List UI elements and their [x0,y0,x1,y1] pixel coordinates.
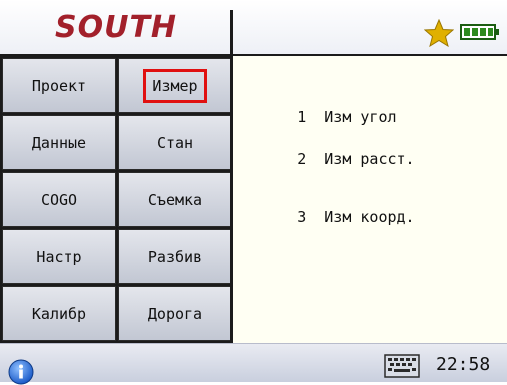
submenu-label: Изм коорд. [324,208,415,226]
menu-label-selected: Измер [143,68,207,103]
status-bar: 22:58 [0,343,507,385]
menu-data-button[interactable]: Данные [2,115,116,170]
menu-label: Калибр [31,304,87,323]
submenu-item-coordinates[interactable]: 3 Изм коорд. [243,190,415,244]
menu-label: Разбив [147,247,203,266]
info-icon[interactable] [8,359,34,385]
menu-label: Дорога [147,304,203,323]
menu-calibration-button[interactable]: Калибр [2,286,116,341]
battery-icon [460,24,499,40]
menu-label: Данные [31,133,87,152]
submenu-number: 3 [297,208,307,226]
menu-label: Стан [156,133,194,152]
header-divider [230,10,233,54]
submenu-item-distance[interactable]: 2 Изм расст. [243,132,415,186]
menu-cogo-button[interactable]: COGO [2,172,116,227]
device-screen: SOUTH Проект Измер Данные Стан COGO Съем… [0,0,507,385]
submenu-label: Изм угол [324,108,397,126]
star-icon[interactable] [424,19,454,47]
submenu-number: 1 [297,108,307,126]
submenu-label: Изм расст. [324,150,415,168]
clock: 22:58 [436,354,491,375]
keyboard-icon[interactable] [384,354,420,378]
menu-stakeout-button[interactable]: Разбив [118,229,232,284]
header-bar: SOUTH [0,0,507,56]
menu-road-button[interactable]: Дорога [118,286,232,341]
main-menu-grid: Проект Измер Данные Стан COGO Съемка Нас… [0,56,232,343]
menu-label: Съемка [147,190,203,209]
submenu-panel: 1 Изм угол 2 Изм расст. 3 Изм коорд. [233,56,507,343]
menu-survey-button[interactable]: Съемка [118,172,232,227]
menu-measure-button[interactable]: Измер [118,58,232,113]
menu-label: COGO [40,190,78,209]
submenu-number: 2 [297,150,307,168]
menu-settings-button[interactable]: Настр [2,229,116,284]
menu-label: Проект [31,76,87,95]
menu-label: Настр [36,247,82,266]
menu-project-button[interactable]: Проект [2,58,116,113]
brand-logo: SOUTH [54,9,178,45]
menu-station-button[interactable]: Стан [118,115,232,170]
